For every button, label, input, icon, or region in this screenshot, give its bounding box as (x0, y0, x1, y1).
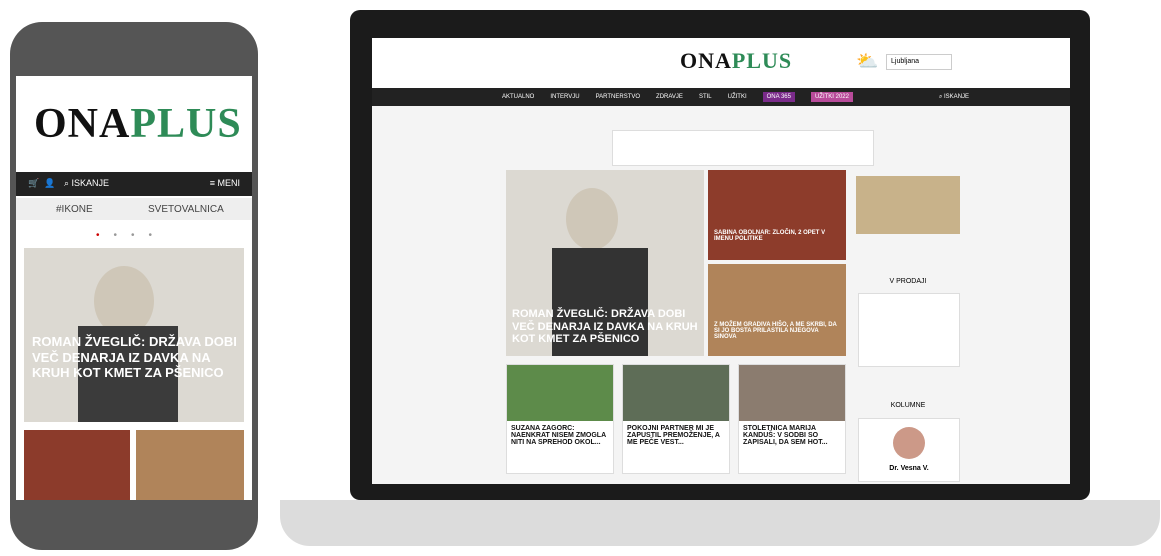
location-select[interactable]: Ljubljana (886, 54, 952, 70)
side-card-a[interactable]: SABINA OBOLNAR: ZLOČIN, 2 OPET V IMENU P… (708, 170, 846, 260)
laptop-screen: ONAPLUS ⛅ Ljubljana AKTUALNO INTERVJU PART… (372, 38, 1070, 484)
article-card[interactable]: STOLETNICA MARIJA KANDUŠ: V SODBI SO ZAP… (738, 364, 846, 474)
sidebar-ad[interactable] (856, 176, 960, 234)
article-card[interactable]: POKOJNI PARTNER MI JE ZAPUSTIL PREMOŽENJ… (622, 364, 730, 474)
ad-banner[interactable] (612, 130, 874, 166)
nav-uzitki[interactable]: UŽITKI (728, 94, 747, 100)
nav-aktualno[interactable]: AKTUALNO (502, 94, 534, 100)
carousel-dots[interactable]: •••• (96, 230, 166, 241)
phone-hero-title[interactable]: ROMAN ŽVEGLIČ: DRŽAVA DOBI VEČ DENARJA I… (32, 334, 237, 381)
laptop-hero-title[interactable]: ROMAN ŽVEGLIČ: DRŽAVA DOBI VEČ DENARJA I… (512, 308, 700, 346)
kolumne-heading: KOLUMNE (890, 402, 926, 409)
phone-hero-image[interactable]: ROMAN ŽVEGLIČ: DRŽAVA DOBI VEČ DENARJA I… (24, 248, 244, 422)
tab-svetovalnica[interactable]: SVETOVALNICA (148, 204, 224, 215)
phone-thumb[interactable] (136, 430, 244, 500)
nav-ona365[interactable]: ONA 365 (762, 92, 795, 102)
article-card[interactable]: SUZANA ZAGORC: NAENKRAT NISEM ZMOGLA NIT… (506, 364, 614, 474)
phone-logo: ONAPLUS (34, 101, 242, 147)
nav-uzitki2022[interactable]: UŽITKI 2022 (810, 92, 853, 102)
phone-thumb[interactable] (24, 430, 130, 500)
phone-menu[interactable]: ≡ MENI (210, 178, 240, 188)
magazine-covers[interactable] (858, 293, 960, 367)
laptop-search[interactable]: ⌕ ISKANJE (939, 94, 969, 101)
nav-intervju[interactable]: INTERVJU (550, 94, 579, 100)
laptop-logo: ONAPLUS (680, 48, 793, 73)
v-prodaji-heading: V PRODAJI (889, 278, 927, 285)
phone-topbar: 🛒 👤 ⌕ ISKANJE ≡ MENI (16, 172, 252, 196)
weather-icon: ⛅ (856, 51, 879, 71)
laptop-nav: AKTUALNO INTERVJU PARTNERSTVO ZDRAVJE STIL UŽ… (372, 88, 1070, 106)
nav-zdravje[interactable]: ZDRAVJE (656, 94, 683, 100)
laptop-base (280, 500, 1160, 546)
phone-search[interactable]: ⌕ ISKANJE (64, 178, 109, 189)
laptop-hero[interactable]: ROMAN ŽVEGLIČ: DRŽAVA DOBI VEČ DENARJA I… (506, 170, 704, 356)
phone-screen: ONAPLUS 🛒 👤 ⌕ ISKANJE ≡ MENI #IKONE SVET… (16, 76, 252, 500)
nav-partnerstvo[interactable]: PARTNERSTVO (596, 94, 640, 100)
columnist-card[interactable]: Dr. Vesna V. (858, 418, 960, 482)
tab-ikone[interactable]: #IKONE (56, 204, 93, 215)
phone-tabs: #IKONE SVETOVALNICA (16, 198, 252, 220)
nav-stil[interactable]: STIL (699, 94, 712, 100)
side-card-b[interactable]: Z MOŽEM GRADIVA HIŠO, A ME SKRBI, DA SI … (708, 264, 846, 356)
